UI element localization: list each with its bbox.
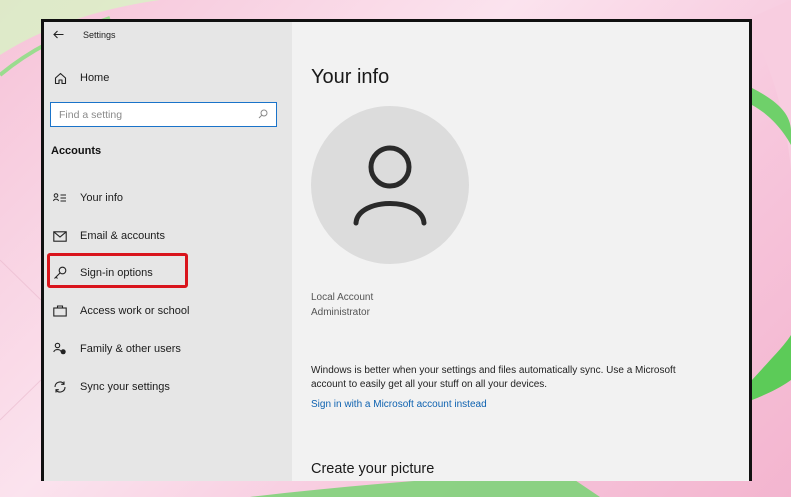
sidebar-item-label: Sync your settings	[80, 381, 170, 393]
sidebar-item-access-work[interactable]: Access work or school	[46, 295, 286, 327]
sidebar-item-label: Your info	[80, 192, 124, 204]
page-title: Your info	[311, 66, 390, 88]
sidebar-item-family[interactable]: Family & other users	[46, 333, 286, 365]
sidebar: Settings Home Accounts	[44, 22, 292, 481]
sidebar-item-label: Family & other users	[80, 343, 181, 355]
sidebar-item-sign-in-options[interactable]: Sign-in options	[46, 257, 286, 289]
search-box[interactable]	[50, 102, 277, 127]
mail-icon	[53, 229, 67, 243]
avatar	[311, 106, 469, 264]
title-bar: Settings	[53, 27, 116, 43]
key-icon	[53, 266, 67, 280]
account-role: Administrator	[311, 307, 370, 318]
sync-icon	[53, 380, 67, 394]
sidebar-item-email-accounts[interactable]: Email & accounts	[46, 220, 286, 252]
briefcase-icon	[53, 304, 67, 318]
account-type: Local Account	[311, 292, 374, 303]
user-avatar-icon	[353, 145, 427, 226]
sidebar-item-label: Home	[80, 72, 110, 84]
sidebar-item-your-info[interactable]: Your info	[46, 182, 286, 214]
search-icon[interactable]	[258, 106, 268, 124]
sidebar-item-label: Email & accounts	[80, 230, 165, 242]
sidebar-item-home[interactable]: Home	[46, 62, 286, 94]
main-content: Your info Local Account Administrator Wi…	[292, 22, 749, 481]
create-picture-heading: Create your picture	[311, 461, 435, 477]
sidebar-item-sync[interactable]: Sync your settings	[46, 371, 286, 403]
family-icon	[53, 342, 67, 356]
search-input[interactable]	[59, 108, 258, 121]
sidebar-item-label: Sign-in options	[80, 267, 153, 279]
app-title: Settings	[83, 30, 116, 40]
microsoft-sign-in-link[interactable]: Sign in with a Microsoft account instead	[311, 399, 487, 410]
sync-message: Windows is better when your settings and…	[311, 365, 676, 390]
home-icon	[53, 71, 67, 85]
person-card-icon	[53, 191, 67, 205]
arrow-left-icon	[53, 30, 64, 39]
sidebar-item-label: Access work or school	[80, 305, 190, 317]
section-heading-accounts: Accounts	[51, 145, 102, 157]
settings-window: Settings Home Accounts	[41, 19, 752, 481]
back-button[interactable]	[53, 28, 73, 42]
